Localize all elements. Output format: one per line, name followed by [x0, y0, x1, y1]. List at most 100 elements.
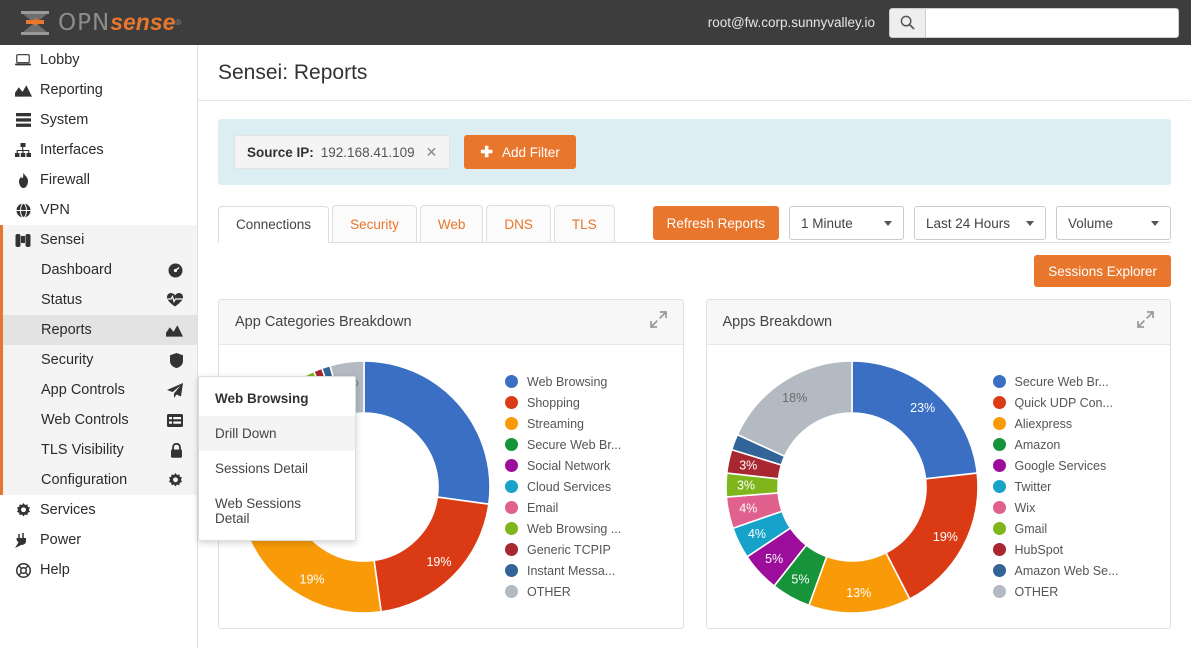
donut-chart-apps[interactable]: 23% 19% 13% 5% 5% 4% 4% 3% 3% 18%: [721, 356, 983, 618]
sidebar-item-interfaces[interactable]: Interfaces: [0, 135, 197, 165]
pie-slice[interactable]: [363, 359, 491, 505]
page-title: Sensei: Reports: [218, 60, 368, 84]
slice-label: 3%: [736, 478, 754, 492]
chevron-down-icon: [1151, 220, 1159, 226]
legend-item[interactable]: Shopping: [505, 392, 621, 413]
tab-label: Web: [437, 216, 466, 232]
sidebar-item-vpn[interactable]: VPN: [0, 195, 197, 225]
sidebar-item-security[interactable]: Security: [3, 345, 197, 375]
legend-item[interactable]: Social Network: [505, 455, 621, 476]
tab-security[interactable]: Security: [332, 205, 417, 242]
tab-web[interactable]: Web: [419, 205, 484, 242]
slice-label: 19%: [300, 572, 325, 586]
sidebar-item-web-controls[interactable]: Web Controls: [3, 405, 197, 435]
sidebar-item-lobby[interactable]: Lobby: [0, 45, 197, 75]
search-input[interactable]: [925, 7, 1179, 38]
sidebar-item-system[interactable]: System: [0, 105, 197, 135]
legend-color-dot: [505, 396, 518, 409]
legend-label: HubSpot: [1014, 542, 1064, 557]
opnsense-logo[interactable]: OPN sense ®: [18, 9, 181, 37]
legend-label: Cloud Services: [527, 479, 612, 494]
search-icon[interactable]: [889, 7, 925, 38]
opnsense-logo-mark: [18, 9, 52, 37]
context-menu-item-drill-down[interactable]: Drill Down: [199, 416, 355, 451]
legend-item[interactable]: Twitter: [992, 476, 1119, 497]
tab-label: TLS: [571, 216, 597, 232]
add-filter-button[interactable]: ✚ Add Filter: [464, 135, 576, 169]
sidebar-item-reports[interactable]: Reports: [3, 315, 197, 345]
legend-item[interactable]: Secure Web Br...: [505, 434, 621, 455]
tab-dns[interactable]: DNS: [486, 205, 551, 242]
time-range-dropdown[interactable]: Last 24 Hours: [913, 206, 1046, 240]
legend-item[interactable]: Google Services: [992, 455, 1119, 476]
legend-item[interactable]: Quick UDP Con...: [992, 392, 1119, 413]
legend-item[interactable]: HubSpot: [992, 539, 1119, 560]
sidebar-item-services[interactable]: Services: [0, 495, 197, 525]
expand-icon[interactable]: [1137, 311, 1154, 333]
legend-item[interactable]: Gmail: [992, 518, 1119, 539]
panel-header: App Categories Breakdown: [219, 300, 683, 345]
legend-item[interactable]: Secure Web Br...: [992, 371, 1119, 392]
filter-chip-value: 192.168.41.109: [320, 144, 415, 160]
sidebar-item-configuration[interactable]: Configuration: [3, 465, 197, 495]
legend-item[interactable]: Streaming: [505, 413, 621, 434]
panel-title: Apps Breakdown: [722, 314, 833, 330]
tab-tls[interactable]: TLS: [553, 205, 615, 242]
metric-dropdown[interactable]: Volume: [1056, 206, 1171, 240]
legend-color-dot: [505, 522, 518, 535]
sidebar-item-app-controls[interactable]: App Controls: [3, 375, 197, 405]
legend-item[interactable]: Wix: [992, 497, 1119, 518]
sidebar-item-dashboard[interactable]: Dashboard: [3, 255, 197, 285]
legend-label: Instant Messa...: [527, 563, 616, 578]
legend-color-dot: [992, 564, 1006, 577]
legend-item[interactable]: Aliexpress: [992, 413, 1119, 434]
pie-slice[interactable]: [735, 359, 853, 457]
time-range-value: Last 24 Hours: [925, 215, 1010, 231]
legend-label: Google Services: [1014, 458, 1107, 473]
legend-item[interactable]: Web Browsing: [505, 371, 621, 392]
legend-item[interactable]: Web Browsing ...: [505, 518, 621, 539]
refresh-reports-button[interactable]: Refresh Reports: [652, 206, 779, 240]
sidebar-item-power[interactable]: Power: [0, 525, 197, 555]
legend-item[interactable]: Email: [505, 497, 621, 518]
pie-slice[interactable]: [850, 359, 978, 480]
legend-item[interactable]: Amazon: [992, 434, 1119, 455]
server-icon: [10, 113, 36, 127]
legend-item[interactable]: Generic TCPIP: [505, 539, 621, 560]
gear-icon: [168, 472, 183, 488]
legend-label: Aliexpress: [1014, 416, 1073, 431]
globe-icon: [10, 202, 36, 218]
legend-color-dot: [505, 543, 518, 556]
current-user-label: root@fw.corp.sunnyvalley.io: [707, 15, 875, 30]
expand-icon[interactable]: [649, 311, 667, 333]
context-menu-item-web-sessions-detail[interactable]: Web Sessions Detail: [199, 486, 355, 536]
global-search[interactable]: [889, 7, 1179, 38]
sessions-explorer-button[interactable]: Sessions Explorer: [1034, 255, 1171, 287]
slice-label: 19%: [426, 554, 451, 568]
context-menu-item-sessions-detail[interactable]: Sessions Detail: [199, 451, 355, 486]
legend-item[interactable]: OTHER: [505, 581, 621, 602]
legend-label: Secure Web Br...: [527, 437, 622, 452]
filter-chip-source-ip[interactable]: Source IP: 192.168.41.109 ✕: [234, 135, 451, 169]
sidebar-label: Reporting: [40, 82, 103, 98]
close-icon[interactable]: ✕: [426, 144, 438, 161]
sidebar-label: Help: [40, 562, 70, 578]
fire-icon: [10, 172, 36, 188]
slice-label: 19%: [932, 530, 957, 544]
slice-label: 5%: [765, 551, 783, 565]
sidebar-item-status[interactable]: Status: [3, 285, 197, 315]
tab-connections[interactable]: Connections: [218, 206, 330, 243]
sidebar-item-firewall[interactable]: Firewall: [0, 165, 197, 195]
legend-item[interactable]: Amazon Web Se...: [992, 560, 1119, 581]
sidebar-item-sensei[interactable]: Sensei: [0, 225, 197, 255]
sidebar-item-reporting[interactable]: Reporting: [0, 75, 197, 105]
legend-item[interactable]: OTHER: [992, 581, 1119, 602]
panels-row: App Categories Breakdown 19%19%9%4%4%3%3…: [218, 299, 1171, 629]
interval-dropdown[interactable]: 1 Minute: [788, 206, 904, 240]
legend-item[interactable]: Cloud Services: [505, 476, 621, 497]
sidebar-item-help[interactable]: Help: [0, 555, 197, 585]
sidebar-item-tls-visibility[interactable]: TLS Visibility: [3, 435, 197, 465]
legend-color-dot: [992, 522, 1006, 535]
legend-item[interactable]: Instant Messa...: [505, 560, 621, 581]
chart-area-icon: [10, 84, 36, 97]
